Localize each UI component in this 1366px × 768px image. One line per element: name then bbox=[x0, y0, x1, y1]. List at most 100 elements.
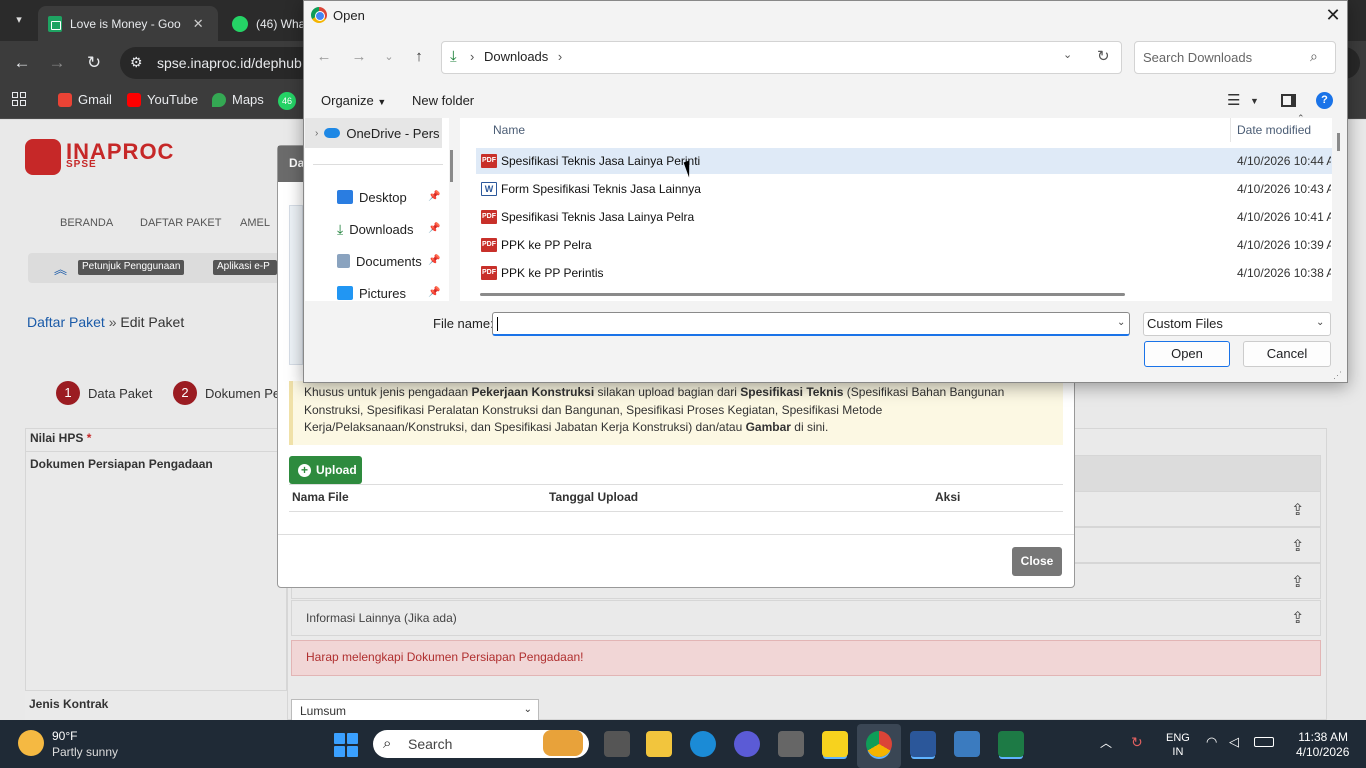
file-name[interactable]: Spesifikasi Teknis Jasa Lainya Perinti bbox=[501, 154, 700, 168]
search-input[interactable]: Search Downloads bbox=[1143, 50, 1252, 65]
app-icon[interactable] bbox=[734, 731, 760, 757]
bookmark-youtube[interactable]: YouTube bbox=[127, 92, 198, 107]
weather-icon[interactable] bbox=[18, 730, 44, 756]
close-icon[interactable]: ✕ bbox=[1321, 3, 1345, 27]
search-icon[interactable]: ⌕ bbox=[383, 735, 391, 752]
column-separator[interactable] bbox=[1230, 118, 1231, 142]
forward-icon[interactable]: → bbox=[45, 51, 69, 75]
tray-chevron-up-icon[interactable]: ︿ bbox=[1100, 734, 1112, 751]
chrome-icon[interactable] bbox=[866, 731, 892, 757]
file-explorer-icon[interactable] bbox=[646, 731, 672, 757]
recent-locations-icon[interactable]: ⌄ bbox=[377, 45, 401, 69]
caret-down-icon[interactable]: ▼ bbox=[1250, 96, 1259, 106]
chevron-down-icon[interactable]: ⌄ bbox=[1117, 317, 1125, 328]
nav-scrollbar[interactable] bbox=[450, 150, 453, 182]
chevron-down-icon[interactable]: ⌄ bbox=[1063, 48, 1072, 61]
start-icon[interactable] bbox=[334, 733, 358, 757]
file-name[interactable]: PPK ke PP Perintis bbox=[501, 266, 604, 280]
refresh-icon[interactable]: ↻ bbox=[1097, 47, 1110, 65]
horizontal-scrollbar[interactable] bbox=[480, 293, 1125, 296]
pin-icon[interactable]: 📌 bbox=[428, 287, 440, 298]
file-name[interactable]: PPK ke PP Pelra bbox=[501, 238, 592, 252]
back-icon[interactable]: ← bbox=[312, 45, 336, 69]
forward-icon[interactable]: → bbox=[347, 45, 371, 69]
wifi-icon[interactable]: ◠ bbox=[1206, 734, 1217, 750]
bookmark-gmail[interactable]: Gmail bbox=[58, 92, 112, 107]
pin-icon[interactable]: 📌 bbox=[428, 191, 440, 202]
sync-icon[interactable]: ↻ bbox=[1131, 734, 1143, 751]
taskbar-search-input[interactable]: Search bbox=[408, 736, 452, 752]
menu-amel[interactable]: AMEL bbox=[240, 217, 270, 229]
bookmark-whatsapp[interactable]: 46 bbox=[278, 92, 296, 110]
preview-pane-icon[interactable] bbox=[1281, 94, 1296, 107]
close-button[interactable]: Close bbox=[1012, 547, 1062, 576]
reload-icon[interactable]: ↻ bbox=[82, 51, 106, 75]
tab-title: (46) Wha bbox=[256, 16, 306, 31]
edge-icon[interactable] bbox=[690, 731, 716, 757]
tab-search-icon[interactable]: ▾ bbox=[8, 9, 30, 31]
search-icon[interactable]: ⌕ bbox=[1310, 48, 1318, 65]
menu-daftar-paket[interactable]: DAFTAR PAKET bbox=[140, 217, 222, 229]
pin-icon[interactable]: 📌 bbox=[428, 255, 440, 266]
file-name[interactable]: Spesifikasi Teknis Jasa Lainya Pelra bbox=[501, 210, 694, 224]
language-indicator[interactable]: ENG IN bbox=[1166, 731, 1190, 759]
close-tab-icon[interactable]: ✕ bbox=[193, 16, 204, 32]
tab-whatsapp[interactable]: (46) Wha bbox=[222, 6, 312, 41]
volume-icon[interactable]: ◁ bbox=[1229, 734, 1239, 750]
excel-icon[interactable] bbox=[998, 731, 1024, 757]
upload-icon[interactable]: ⇪ bbox=[1291, 536, 1304, 556]
step-dokumen[interactable]: 2 Dokumen Pe bbox=[173, 381, 280, 405]
organize-button[interactable]: Organize ▼ bbox=[321, 93, 386, 108]
step-data-paket[interactable]: 1 Data Paket bbox=[56, 381, 152, 405]
calculator-icon[interactable] bbox=[954, 731, 980, 757]
help-icon[interactable]: ? bbox=[1316, 92, 1333, 109]
nav-item-documents[interactable]: Documents bbox=[337, 250, 422, 272]
file-name-input[interactable] bbox=[492, 312, 1130, 336]
aplikasi-pill[interactable]: Aplikasi e-P bbox=[213, 260, 277, 275]
weather-condition[interactable]: Partly sunny bbox=[52, 745, 118, 759]
cancel-button[interactable]: Cancel bbox=[1243, 341, 1331, 367]
upload-button[interactable]: + Upload bbox=[289, 456, 362, 484]
apps-icon[interactable] bbox=[12, 92, 26, 106]
address-path[interactable]: › Downloads › bbox=[470, 49, 562, 64]
petunjuk-pill[interactable]: Petunjuk Penggunaan bbox=[78, 260, 185, 275]
upload-icon[interactable]: ⇪ bbox=[1291, 572, 1304, 592]
bookmark-maps[interactable]: Maps bbox=[212, 92, 264, 107]
battery-icon[interactable] bbox=[1254, 737, 1274, 747]
back-icon[interactable]: ← bbox=[10, 51, 34, 75]
upload-icon[interactable]: ⇪ bbox=[1291, 500, 1304, 520]
task-view-icon[interactable] bbox=[604, 731, 630, 757]
breadcrumb-root[interactable]: Daftar Paket bbox=[27, 314, 105, 330]
col-name-header[interactable]: Name bbox=[493, 123, 525, 137]
url-text[interactable]: spse.inaproc.id/dephub bbox=[157, 55, 302, 71]
file-row[interactable] bbox=[476, 260, 1332, 286]
file-date: 4/10/2026 10:39 A bbox=[1237, 238, 1331, 252]
open-button[interactable]: Open bbox=[1144, 341, 1230, 367]
chevron-down-icon[interactable]: ⌄ bbox=[1316, 317, 1324, 328]
up-folder-icon[interactable]: ↑ bbox=[407, 45, 431, 69]
site-info-icon[interactable]: ⚙ bbox=[130, 54, 143, 71]
resize-grip-icon[interactable]: ⋰ bbox=[1333, 370, 1342, 381]
tab-sheets[interactable]: Love is Money - Goo ✕ bbox=[38, 6, 218, 41]
menu-beranda[interactable]: BERANDA bbox=[60, 217, 113, 229]
sticky-notes-icon[interactable] bbox=[822, 731, 848, 757]
nav-item-desktop[interactable]: Desktop bbox=[337, 186, 407, 208]
upload-icon[interactable]: ⇪ bbox=[1291, 608, 1304, 628]
chevron-up-icon[interactable]: ︽ bbox=[54, 259, 67, 278]
word-icon[interactable] bbox=[910, 731, 936, 757]
clock[interactable]: 11:38 AM 4/10/2026 bbox=[1296, 730, 1349, 760]
view-options-icon[interactable]: ☰ bbox=[1227, 91, 1240, 109]
vertical-scrollbar[interactable] bbox=[1337, 133, 1340, 151]
camera-icon[interactable] bbox=[778, 731, 804, 757]
file-type-value[interactable]: Custom Files bbox=[1147, 316, 1223, 331]
file-row[interactable] bbox=[476, 232, 1332, 258]
nav-item-downloads[interactable]: ⤓ Downloads bbox=[337, 218, 414, 240]
pin-icon[interactable]: 📌 bbox=[428, 223, 440, 234]
file-name[interactable]: Form Spesifikasi Teknis Jasa Lainnya bbox=[501, 182, 701, 196]
nav-item-pictures[interactable]: Pictures bbox=[337, 282, 406, 304]
address-segment[interactable]: Downloads bbox=[484, 49, 548, 64]
col-date-header[interactable]: Date modified bbox=[1237, 123, 1311, 137]
new-folder-button[interactable]: New folder bbox=[412, 93, 474, 108]
weather-temp[interactable]: 90°F bbox=[52, 729, 77, 743]
nav-item-onedrive[interactable]: › OneDrive - Pers bbox=[315, 122, 443, 144]
